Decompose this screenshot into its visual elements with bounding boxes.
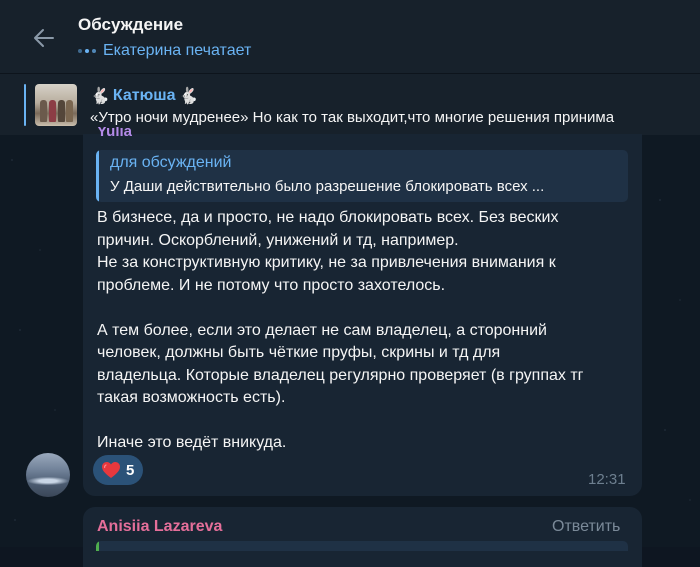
heart-icon (102, 462, 120, 478)
message-sender[interactable]: Anisiia Lazareva (97, 518, 222, 536)
message-sender[interactable]: Yulia (97, 127, 132, 139)
arrow-left-icon (34, 29, 54, 47)
message-time: 12:31 (588, 471, 626, 488)
reply-button[interactable]: Ответить (552, 518, 620, 536)
message-bubble[interactable] (83, 507, 642, 567)
typing-dots-icon (78, 49, 96, 53)
rabbit-icon: 🐇 (90, 88, 110, 105)
rabbit-icon: 🐇 (178, 88, 199, 105)
pinned-sender-name: Катюша (112, 87, 176, 104)
message-text: В бизнесе, да и просто, не надо блокиров… (97, 209, 584, 451)
pinned-accent-bar (24, 84, 26, 126)
pinned-message[interactable]: 🐇 Катюша 🐇 «Утро ночи мудренее» Но как т… (0, 73, 700, 135)
reply-title: для обсуждений (110, 154, 232, 171)
pinned-text: «Утро ночи мудренее» Но как то так выход… (90, 109, 615, 126)
reply-quote[interactable] (96, 541, 628, 551)
reply-text: У Даши действительно было разрешение бло… (110, 178, 545, 195)
reply-accent-bar (96, 150, 99, 202)
reply-accent-bar (96, 541, 99, 551)
chat-title: Обсуждение (78, 15, 184, 34)
reaction-button[interactable]: 5 (93, 455, 144, 485)
reply-quote[interactable]: для обсуждений У Даши действительно было… (96, 150, 628, 202)
pinned-thumbnail (35, 84, 77, 126)
back-button[interactable] (28, 22, 60, 54)
typing-status-text: Екатерина печатает (103, 42, 252, 59)
avatar[interactable] (26, 453, 70, 497)
chat-header: Обсуждение Екатерина печатает (0, 0, 700, 73)
typing-status: Екатерина печатает (78, 42, 251, 60)
pinned-sender: 🐇 Катюша 🐇 (90, 86, 198, 106)
reaction-count: 5 (126, 461, 135, 479)
